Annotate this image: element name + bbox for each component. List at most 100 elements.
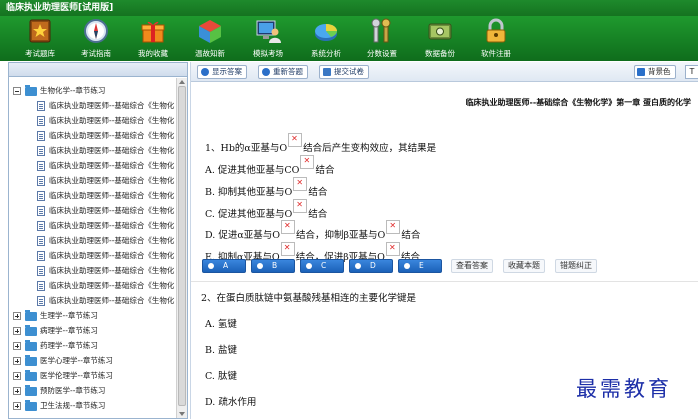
toolbar-favorites[interactable]: 我的收藏 [123, 18, 183, 60]
background-color-button[interactable]: 背景色 [634, 65, 676, 79]
tree-node-chapter[interactable]: 临床执业助理医师--基础综合《生物化 [9, 129, 177, 143]
tree-node-chapter[interactable]: 临床执业助理医师--基础综合《生物化 [9, 159, 177, 173]
tree-node-chapter[interactable]: 临床执业助理医师--基础综合《生物化 [9, 264, 177, 278]
tree-node-chapter[interactable]: 临床执业助理医师--基础综合《生物化 [9, 204, 177, 218]
toolbar-analysis[interactable]: 系统分析 [296, 18, 356, 60]
broken-image-icon [386, 220, 401, 234]
tree-node-chapter[interactable]: 临床执业助理医师--基础综合《生物化 [9, 189, 177, 203]
answer-label: C [321, 261, 327, 270]
option-text: C. 促进其他亚基与O [205, 209, 293, 220]
answer-e-button[interactable]: E [398, 259, 442, 273]
folder-icon [25, 310, 37, 321]
expand-icon[interactable] [13, 327, 21, 335]
tree-node-chapter[interactable]: 临床执业助理医师--基础综合《生物化 [9, 294, 177, 308]
restart-button[interactable]: 重新答题 [258, 65, 308, 79]
report-error-button[interactable]: 错题纠正 [555, 259, 597, 273]
bookmark-question-button[interactable]: 收藏本题 [503, 259, 545, 273]
answer-a-button[interactable]: A [202, 259, 246, 273]
toolbar-data-backup[interactable]: 数据备份 [410, 18, 470, 60]
tree-node-chapter[interactable]: 临床执业助理医师--基础综合《生物化 [9, 249, 177, 263]
toolbar-register[interactable]: 软件注册 [466, 18, 526, 60]
toolbar-question-bank[interactable]: 考试题库 [10, 18, 70, 60]
answer-c-button[interactable]: C [300, 259, 344, 273]
toolbar-exam-guide[interactable]: 考试指南 [66, 18, 126, 60]
question-area: 显示答案 重新答题 提交试卷 背景色 T 临床执业助理医师--基础综合《生物化学… [190, 62, 698, 419]
expand-icon[interactable] [13, 342, 21, 350]
broken-image-icon [280, 242, 295, 256]
tree-node-chapter[interactable]: 临床执业助理医师--基础综合《生物化 [9, 174, 177, 188]
chapter-tree-panel: 生物化学--章节练习 临床执业助理医师--基础综合《生物化 临床执业助理医师--基础… [8, 62, 188, 419]
expand-icon[interactable] [13, 357, 21, 365]
option-c: C. 促进其他亚基与O 结合 [205, 199, 328, 221]
view-answer-button[interactable]: 查看答案 [451, 259, 493, 273]
option-a: A. 促进其他亚基与CO 结合 [205, 155, 334, 177]
background-color-label: 背景色 [648, 67, 671, 76]
tree-node-chapter[interactable]: 临床执业助理医师--基础综合《生物化 [9, 144, 177, 158]
collapse-icon[interactable] [13, 87, 21, 95]
toolbar-mock-exam[interactable]: 模拟考场 [238, 18, 298, 60]
option-text: B. 抑制其他亚基与O [205, 187, 293, 198]
expand-icon[interactable] [13, 312, 21, 320]
chapter-tree[interactable]: 生物化学--章节练习 临床执业助理医师--基础综合《生物化 临床执业助理医师--基础… [9, 78, 177, 418]
scroll-up-icon[interactable] [179, 80, 185, 84]
watermark-logo: 最需教育 [576, 377, 672, 401]
expand-icon[interactable] [13, 387, 21, 395]
toolbar-score-settings[interactable]: 分数设置 [352, 18, 412, 60]
document-icon [37, 206, 45, 216]
submit-button[interactable]: 提交试卷 [319, 65, 369, 79]
toolbar-review[interactable]: 温故知新 [180, 18, 240, 60]
paper-title: 临床执业助理医师--基础综合《生物化学》第一章 蛋白质的化学 [465, 98, 691, 107]
scrollbar-thumb[interactable] [178, 86, 186, 406]
tree-node-label: 生理学--章节练习 [40, 311, 98, 320]
q2-option-d: D. 疏水作用 [205, 397, 257, 408]
tree-panel-header [9, 63, 187, 77]
show-answer-button[interactable]: 显示答案 [197, 65, 247, 79]
tree-node-subject[interactable]: 病理学--章节练习 [9, 324, 177, 338]
toolbar-label: 数据备份 [425, 49, 455, 58]
data-disk-icon [428, 23, 452, 40]
option-text: D. 促进α亚基与O [205, 230, 281, 241]
tree-node-label: 临床执业助理医师--基础综合《生物化 [49, 251, 175, 260]
stem-text: 结合后产生变构效应，其结果是 [303, 143, 437, 154]
expand-icon[interactable] [13, 402, 21, 410]
font-size-button[interactable]: T [685, 65, 698, 79]
tree-node-chapter[interactable]: 临床执业助理医师--基础综合《生物化 [9, 234, 177, 248]
tree-node-chapter[interactable]: 临床执业助理医师--基础综合《生物化 [9, 99, 177, 113]
tree-node-chapter[interactable]: 临床执业助理医师--基础综合《生物化 [9, 114, 177, 128]
tree-node-subject[interactable]: 医学心理学--章节练习 [9, 354, 177, 368]
broken-image-icon [281, 220, 296, 234]
tree-node-subject[interactable]: 生理学--章节练习 [9, 309, 177, 323]
answer-d-button[interactable]: D [349, 259, 393, 273]
cube-icon [199, 20, 221, 43]
book-star-icon [29, 19, 51, 43]
broken-image-icon [293, 177, 308, 191]
restart-label: 重新答题 [273, 67, 303, 76]
expand-icon[interactable] [13, 372, 21, 380]
eye-icon [201, 68, 209, 76]
document-icon [37, 191, 45, 201]
tree-node-subject[interactable]: 预防医学--章节练习 [9, 384, 177, 398]
question-1-stem: 1、Hb的α亚基与O 结合后产生变构效应，其结果是 [205, 133, 437, 155]
tree-scrollbar[interactable] [176, 78, 187, 418]
tree-node-subject[interactable]: 药理学--章节练习 [9, 339, 177, 353]
tree-node-chapter[interactable]: 临床执业助理医师--基础综合《生物化 [9, 279, 177, 293]
answer-label: A [223, 261, 229, 270]
tree-node-root[interactable]: 生物化学--章节练习 [9, 84, 177, 98]
window-title: 临床执业助理医师[试用版] [0, 0, 698, 16]
option-text: 结合 [308, 209, 328, 220]
tree-node-subject[interactable]: 卫生法规--章节练习 [9, 399, 177, 413]
tree-node-chapter[interactable]: 临床执业助理医师--基础综合《生物化 [9, 219, 177, 233]
folder-icon [25, 85, 37, 96]
gift-box-icon [141, 21, 165, 43]
answer-label: E [419, 261, 424, 270]
answer-label: D [370, 261, 376, 270]
toolbar-label: 温故知新 [195, 49, 225, 58]
document-icon [37, 176, 45, 186]
document-icon [37, 221, 45, 231]
tree-node-subject[interactable]: 医学伦理学--章节练习 [9, 369, 177, 383]
answer-b-button[interactable]: B [251, 259, 295, 273]
toolbar-label: 系统分析 [311, 49, 341, 58]
scroll-down-icon[interactable] [179, 412, 185, 416]
wrench-icon [371, 18, 391, 43]
document-icon [37, 101, 45, 111]
